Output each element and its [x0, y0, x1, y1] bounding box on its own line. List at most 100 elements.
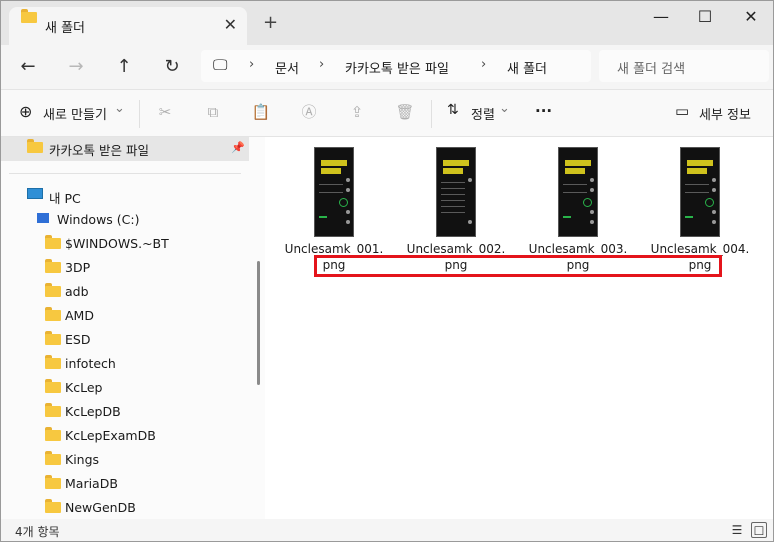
file-view: Unclesamk_001. png Unclesamk_002. png Un…: [267, 137, 773, 519]
sidebar-item-label: ESD: [65, 332, 91, 347]
image-thumbnail: [436, 147, 476, 237]
sidebar-item-label: adb: [65, 284, 89, 299]
title-bar: 새 폴더 ✕ + — ☐ ✕: [1, 1, 773, 45]
copy-icon[interactable]: ⧉: [203, 102, 223, 122]
sidebar-item-folder[interactable]: infotech: [1, 353, 249, 375]
search-box[interactable]: 새 폴더 검색: [599, 50, 769, 82]
delete-icon[interactable]: 🗑: [395, 102, 415, 122]
folder-icon: [27, 139, 43, 153]
sidebar-item-folder[interactable]: 3DP: [1, 257, 249, 279]
details-pane-icon[interactable]: ▭: [675, 102, 689, 120]
back-button[interactable]: ←: [15, 54, 41, 80]
folder-icon: [45, 475, 61, 489]
folder-icon: [45, 283, 61, 297]
sidebar-item-label: infotech: [65, 356, 116, 371]
pin-icon[interactable]: 📌: [231, 141, 245, 154]
sidebar-divider: [9, 173, 241, 174]
sidebar-item-folder[interactable]: MariaDB: [1, 473, 249, 495]
new-tab-button[interactable]: +: [263, 14, 278, 32]
sidebar-item-label: $WINDOWS.~BT: [65, 236, 169, 251]
toolbar-divider: [139, 100, 140, 128]
sidebar-item-folder[interactable]: ESD: [1, 329, 249, 351]
close-button[interactable]: ✕: [731, 7, 771, 29]
sidebar-item-folder[interactable]: KcLepExamDB: [1, 425, 249, 447]
breadcrumb-kakaotalk-files[interactable]: 카카오톡 받은 파일: [345, 58, 449, 77]
folder-icon: [45, 259, 61, 273]
folder-icon: [45, 379, 61, 393]
sidebar-item-folder[interactable]: NewGenDB: [1, 497, 249, 519]
share-icon[interactable]: ⇪: [347, 102, 367, 122]
sidebar-item-label: AMD: [65, 308, 94, 323]
details-pane-button[interactable]: 세부 정보: [699, 104, 751, 123]
sidebar-item-this-pc[interactable]: 내 PC: [1, 185, 249, 207]
item-count: 4개 항목: [15, 525, 60, 539]
more-options-button[interactable]: ···: [535, 102, 552, 120]
sidebar-item-label: 카카오톡 받은 파일: [49, 143, 149, 158]
new-icon[interactable]: ⊕: [19, 102, 32, 121]
new-dropdown-icon[interactable]: ⌄: [114, 101, 125, 116]
search-input[interactable]: 새 폴더 검색: [617, 58, 685, 77]
sidebar-item-windows-drive[interactable]: Windows (C:): [1, 209, 249, 231]
sidebar-item-label: MariaDB: [65, 476, 118, 491]
breadcrumb-documents[interactable]: 문서: [275, 58, 299, 77]
sort-button[interactable]: 정렬: [471, 104, 495, 123]
image-thumbnail: [314, 147, 354, 237]
up-button[interactable]: ↑: [111, 54, 137, 80]
red-highlight-box: [314, 255, 722, 277]
folder-icon: [45, 331, 61, 345]
address-bar: ← → ↑ ↻ 🖵 › 문서 › 카카오톡 받은 파일 › 새 폴더 새 폴더 …: [1, 45, 773, 89]
folder-icon: [45, 355, 61, 369]
maximize-button[interactable]: ☐: [685, 7, 725, 29]
sidebar-scrollbar[interactable]: [257, 261, 260, 385]
breadcrumb-separator-icon[interactable]: ›: [481, 57, 486, 72]
sidebar-item-folder[interactable]: KcLepDB: [1, 401, 249, 423]
forward-button[interactable]: →: [63, 54, 89, 80]
file-explorer-window: 새 폴더 ✕ + — ☐ ✕ ← → ↑ ↻ 🖵 › 문서 › 카카오톡 받은 …: [0, 0, 774, 542]
sort-icon[interactable]: ⇅: [447, 102, 459, 118]
sidebar-item-folder[interactable]: Kings: [1, 449, 249, 471]
status-bar: 4개 항목 ☰ ☐: [1, 519, 773, 541]
rename-icon[interactable]: Ⓐ: [299, 102, 319, 122]
sidebar-item-label: NewGenDB: [65, 500, 136, 515]
sidebar-item-label: 3DP: [65, 260, 91, 275]
image-thumbnail: [558, 147, 598, 237]
sidebar-item-folder[interactable]: adb: [1, 281, 249, 303]
sort-dropdown-icon[interactable]: ⌄: [499, 101, 510, 116]
breadcrumb-new-folder[interactable]: 새 폴더: [507, 58, 547, 77]
sidebar-item-label: KcLepExamDB: [65, 428, 156, 443]
sidebar-item-label: KcLep: [65, 380, 103, 395]
breadcrumb[interactable]: 🖵 › 문서 › 카카오톡 받은 파일 › 새 폴더: [201, 50, 591, 82]
folder-icon: [45, 451, 61, 465]
new-button[interactable]: 새로 만들기: [43, 104, 107, 123]
paste-icon[interactable]: 📋: [251, 102, 271, 122]
pc-icon[interactable]: 🖵: [213, 56, 227, 74]
tab-close-icon[interactable]: ✕: [224, 15, 237, 34]
navigation-pane: 카카오톡 받은 파일 📌 내 PC Windows (C:) $WINDOWS.…: [1, 137, 265, 519]
sidebar-item-label: 내 PC: [49, 191, 81, 206]
folder-icon: [45, 235, 61, 249]
sidebar-item-label: KcLepDB: [65, 404, 121, 419]
breadcrumb-separator-icon[interactable]: ›: [319, 57, 324, 72]
sidebar-item-folder[interactable]: $WINDOWS.~BT: [1, 233, 249, 255]
folder-icon: [45, 499, 61, 513]
tiles-view-icon[interactable]: ☐: [751, 522, 767, 538]
sidebar-item-kakaotalk-files[interactable]: 카카오톡 받은 파일 📌: [1, 137, 249, 161]
folder-icon: [45, 307, 61, 321]
sidebar-item-label: Windows (C:): [57, 212, 140, 227]
folder-icon: [45, 403, 61, 417]
tab-title: 새 폴더: [45, 21, 86, 36]
command-bar: ⊕ 새로 만들기 ⌄ ✂ ⧉ 📋 Ⓐ ⇪ 🗑 ⇅ 정렬 ⌄ ··· ▭ 세부 정…: [1, 89, 773, 137]
cut-icon[interactable]: ✂: [155, 102, 175, 122]
sidebar-item-folder[interactable]: AMD: [1, 305, 249, 327]
sidebar-item-label: Kings: [65, 452, 100, 467]
image-thumbnail: [680, 147, 720, 237]
sidebar-item-folder[interactable]: KcLep: [1, 377, 249, 399]
tab-current-folder[interactable]: 새 폴더 ✕: [9, 7, 247, 45]
breadcrumb-separator-icon[interactable]: ›: [249, 57, 254, 72]
toolbar-divider: [431, 100, 432, 128]
pc-icon: [27, 188, 43, 199]
minimize-button[interactable]: —: [641, 7, 681, 29]
details-view-icon[interactable]: ☰: [729, 522, 745, 538]
folder-icon: [45, 427, 61, 441]
refresh-button[interactable]: ↻: [159, 54, 185, 80]
